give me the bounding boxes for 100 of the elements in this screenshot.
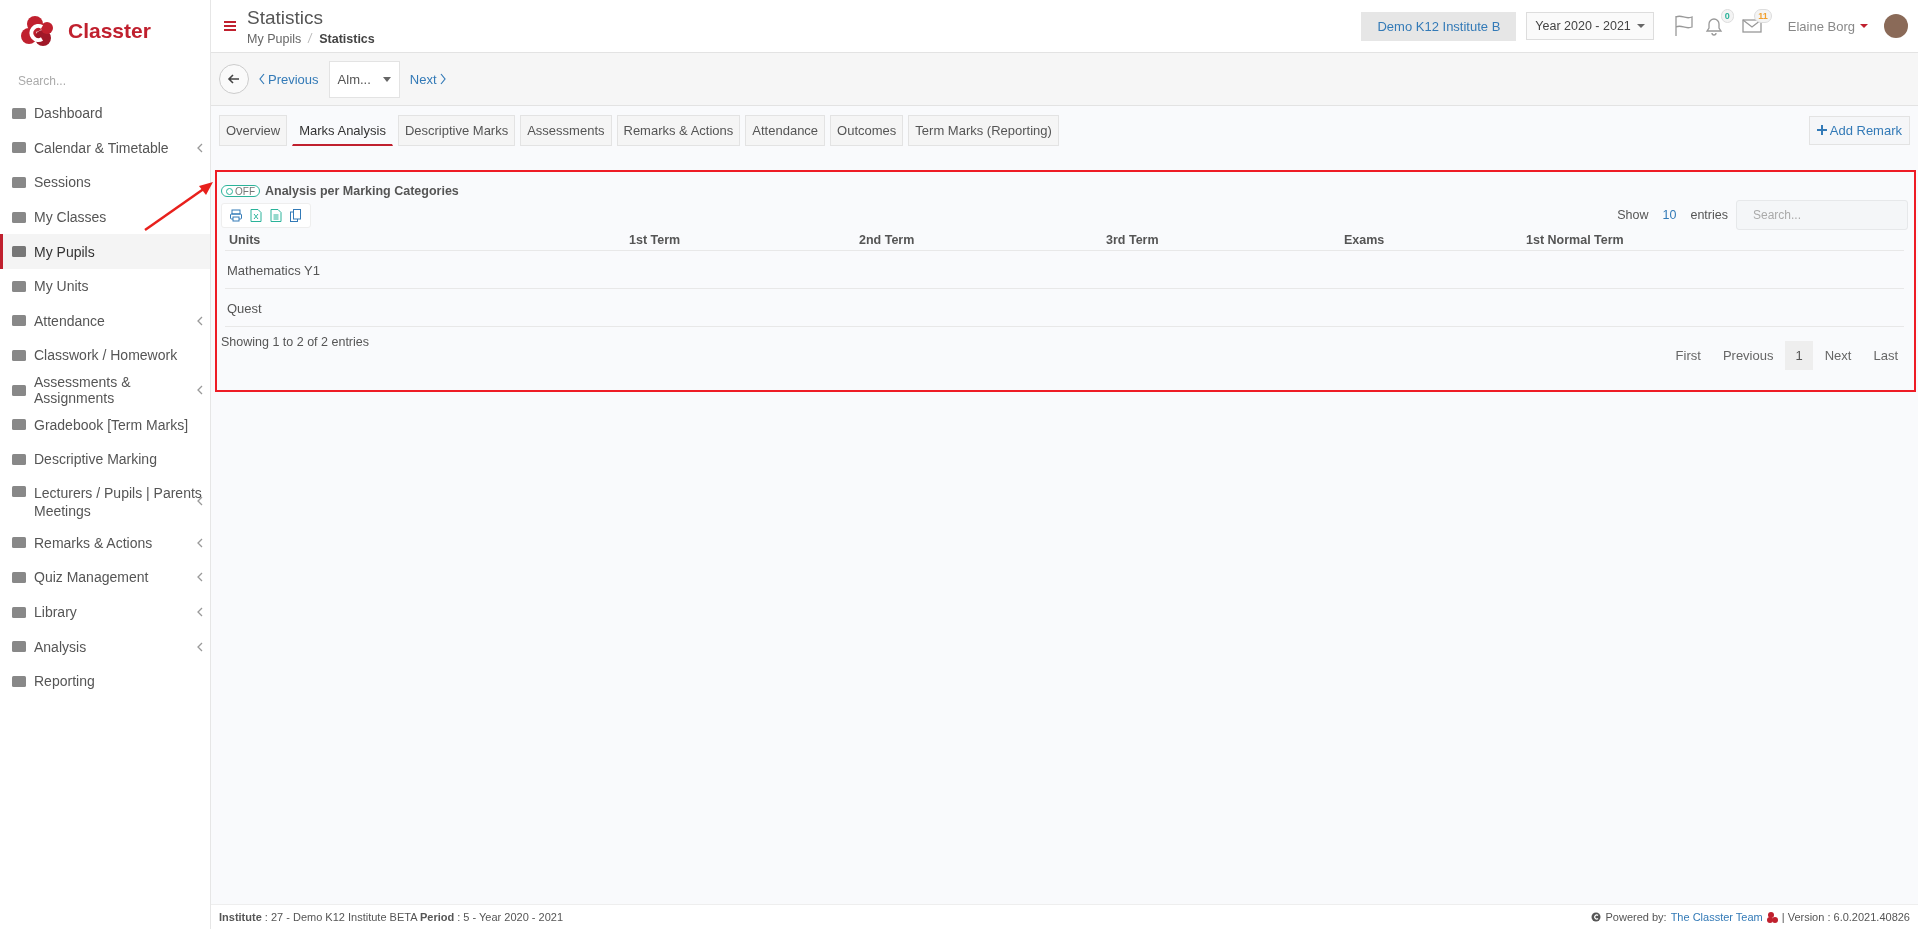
year-dropdown[interactable]: Year 2020 - 2021: [1526, 12, 1654, 40]
tab[interactable]: Remarks & Actions: [616, 114, 741, 146]
square-icon: [11, 175, 27, 190]
square-icon: [11, 209, 27, 225]
plus-icon: [1816, 125, 1827, 135]
add-remark-button[interactable]: Add Remark: [1808, 115, 1910, 145]
sidebar-item[interactable]: Library: [0, 594, 210, 630]
pupil-dropdown[interactable]: Alm...: [328, 60, 400, 98]
team-link[interactable]: The Classter Team: [1670, 911, 1763, 923]
square-icon: [11, 451, 27, 467]
sidebar-item[interactable]: Lecturers / Pupils | Parents Meetings: [0, 476, 210, 526]
footer-details: Institute : 27 - Demo K12 Institute BETA Period : 5 - Year 2020 - 2021: [219, 911, 564, 923]
square-icon: [11, 382, 27, 398]
column-header[interactable]: 1st Normal Term: [1522, 230, 1904, 250]
tab[interactable]: Outcomes: [830, 114, 904, 146]
square-icon: [11, 639, 27, 655]
pagination-button[interactable]: Next: [1814, 341, 1862, 370]
entries-label: entries: [1690, 208, 1728, 222]
powered-by-label: Powered by:: [1605, 911, 1667, 923]
tab[interactable]: Term Marks (Reporting): [908, 114, 1059, 146]
square-icon: [11, 483, 27, 499]
toggle-label: Analysis per Marking Categories: [265, 184, 459, 198]
chevron-right-icon: [439, 73, 446, 85]
square-icon: [11, 673, 27, 689]
sidebar-item[interactable]: Gradebook [Term Marks]: [0, 407, 210, 442]
notification-badge: 0: [1720, 9, 1734, 23]
institute-button[interactable]: Demo K12 Institute B: [1361, 11, 1517, 41]
sidebar-item[interactable]: Reporting: [0, 663, 210, 699]
text-file-button[interactable]: [270, 208, 282, 222]
sidebar-item[interactable]: Analysis: [0, 629, 210, 664]
search-field[interactable]: Search...: [18, 74, 188, 88]
sidebar-item[interactable]: My Pupils: [0, 234, 210, 269]
copyright-icon: [1591, 912, 1602, 922]
back-button[interactable]: [219, 64, 249, 94]
square-icon: [11, 347, 27, 363]
table-info: Showing 1 to 2 of 2 entries: [221, 334, 369, 349]
sidebar-item[interactable]: Attendance: [0, 303, 210, 339]
print-icon: [230, 208, 242, 222]
previous-link[interactable]: Previous: [259, 71, 319, 87]
message-badge: 11: [1754, 9, 1772, 23]
arrow-left-icon: [227, 72, 241, 86]
next-link[interactable]: Next: [409, 71, 446, 87]
sidebar-item[interactable]: Dashboard: [0, 96, 210, 131]
copy-button[interactable]: [290, 208, 302, 222]
tab[interactable]: Marks Analysis: [292, 114, 393, 146]
menu-icon: [223, 20, 237, 32]
caret-icon: [382, 76, 391, 82]
bell-icon: [1703, 16, 1724, 36]
caret-icon: [1636, 24, 1645, 28]
sidebar-item[interactable]: Quiz Management: [0, 560, 210, 595]
sidebar-item[interactable]: Assessments & Assignments: [0, 372, 210, 408]
tab[interactable]: Attendance: [745, 114, 826, 146]
square-icon: [11, 313, 27, 329]
sidebar-item[interactable]: Sessions: [0, 165, 210, 200]
sidebar-item[interactable]: My Units: [0, 268, 210, 304]
square-icon: [11, 278, 27, 294]
show-label: Show: [1617, 208, 1649, 222]
square-icon: [11, 535, 27, 551]
breadcrumb-item: Statistics: [319, 31, 375, 46]
user-menu[interactable]: Elaine Borg: [1781, 17, 1874, 35]
tab[interactable]: Assessments: [520, 114, 612, 146]
pagination-button[interactable]: Previous: [1712, 341, 1784, 370]
column-header[interactable]: Exams: [1340, 230, 1522, 250]
chevron-left-icon: [259, 73, 265, 85]
avatar: [1884, 14, 1908, 38]
sidebar-item[interactable]: My Classes: [0, 199, 210, 235]
square-icon: [11, 604, 27, 620]
square-icon: [11, 417, 27, 433]
pagination-button[interactable]: First: [1665, 341, 1711, 370]
slash-icon: [307, 31, 314, 44]
toggle-switch[interactable]: OFF: [221, 185, 260, 197]
sidebar-item[interactable]: Calendar & Timetable: [0, 130, 210, 166]
pagination-button[interactable]: Last: [1863, 341, 1908, 370]
column-header[interactable]: 3rd Term: [1102, 230, 1340, 250]
spreadsheet-file-button[interactable]: [250, 208, 262, 222]
column-header[interactable]: Units: [225, 230, 625, 250]
text-file-icon: [270, 208, 282, 222]
square-icon: [11, 105, 27, 121]
sidebar-item[interactable]: Descriptive Marking: [0, 441, 210, 477]
spreadsheet-file-icon: [250, 208, 262, 222]
annotation-arrow: [144, 182, 213, 232]
table-cell-text: Mathematics Y1: [226, 262, 321, 280]
breadcrumb-item[interactable]: My Pupils: [247, 31, 302, 46]
sidebar-item[interactable]: Remarks & Actions: [0, 525, 210, 561]
logo-icon: [1766, 911, 1778, 923]
copy-icon: [290, 208, 302, 222]
version-label: | Version : 6.0.2021.40826: [1781, 911, 1910, 923]
tab[interactable]: Descriptive Marks: [397, 114, 516, 146]
square-icon: [11, 140, 27, 156]
search-field[interactable]: Search...: [1736, 200, 1908, 230]
table-cell-text: Quest: [226, 300, 263, 318]
page-title: Statistics: [247, 6, 325, 29]
flag-icon: [1673, 15, 1694, 37]
pagination-button[interactable]: 1: [1785, 341, 1813, 370]
sidebar-item[interactable]: Classwork / Homework: [0, 338, 210, 373]
column-header[interactable]: 2nd Term: [855, 230, 1102, 250]
print-button[interactable]: [230, 208, 242, 222]
tab[interactable]: Overview: [219, 114, 288, 146]
column-header[interactable]: 1st Term: [625, 230, 855, 250]
page-size-dropdown[interactable]: 10: [1656, 208, 1683, 222]
